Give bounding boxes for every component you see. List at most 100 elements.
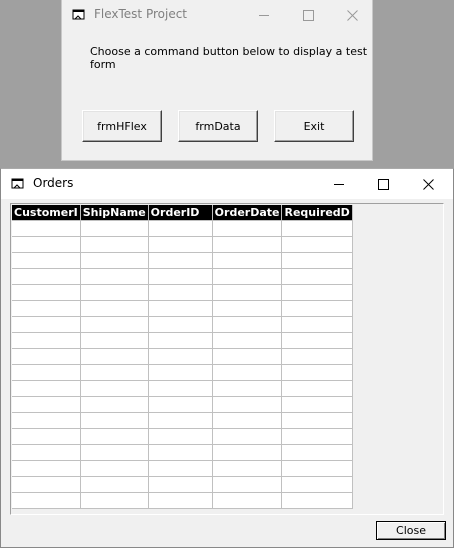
- grid-cell[interactable]: [12, 284, 81, 301]
- close-button[interactable]: Close: [376, 521, 446, 540]
- grid-cell[interactable]: [281, 460, 353, 477]
- grid-cell[interactable]: [281, 268, 353, 285]
- grid-cell[interactable]: [281, 380, 353, 397]
- grid-cell[interactable]: [12, 412, 81, 429]
- grid-cell[interactable]: [148, 476, 213, 493]
- grid-cell[interactable]: [281, 476, 353, 493]
- table-row[interactable]: [12, 348, 353, 365]
- grid-cell[interactable]: [148, 364, 213, 381]
- grid-cell[interactable]: [148, 332, 213, 349]
- table-row[interactable]: [12, 444, 353, 461]
- grid-cell[interactable]: [80, 476, 149, 493]
- grid-cell[interactable]: [12, 300, 81, 317]
- grid-cell[interactable]: [281, 412, 353, 429]
- grid-cell[interactable]: [12, 332, 81, 349]
- grid-cell[interactable]: [148, 316, 213, 333]
- grid-cell[interactable]: [148, 460, 213, 477]
- grid-cell[interactable]: [281, 316, 353, 333]
- grid-cell[interactable]: [212, 348, 283, 365]
- grid-cell[interactable]: [148, 220, 213, 237]
- grid-cell[interactable]: [148, 492, 213, 509]
- grid-cell[interactable]: [12, 460, 81, 477]
- table-row[interactable]: [12, 492, 353, 509]
- grid-cell[interactable]: [148, 380, 213, 397]
- frmdata-button[interactable]: frmData: [178, 110, 258, 142]
- grid-cell[interactable]: [281, 444, 353, 461]
- table-row[interactable]: [12, 332, 353, 349]
- grid-cell[interactable]: [80, 348, 149, 365]
- maximize-button[interactable]: [286, 0, 330, 30]
- grid-cell[interactable]: [12, 316, 81, 333]
- table-row[interactable]: [12, 316, 353, 333]
- grid-cell[interactable]: [12, 428, 81, 445]
- grid-cell[interactable]: [80, 428, 149, 445]
- grid-cell[interactable]: [212, 380, 283, 397]
- grid-cell[interactable]: [281, 220, 353, 237]
- minimize-button[interactable]: [242, 0, 286, 30]
- grid-cell[interactable]: [281, 284, 353, 301]
- grid-cell[interactable]: [281, 364, 353, 381]
- grid-cell[interactable]: [80, 332, 149, 349]
- table-row[interactable]: [12, 428, 353, 445]
- grid-cell[interactable]: [80, 380, 149, 397]
- grid-cell[interactable]: [212, 268, 283, 285]
- grid-cell[interactable]: [12, 252, 81, 269]
- grid-cell[interactable]: [148, 300, 213, 317]
- grid-cell[interactable]: [281, 492, 353, 509]
- table-row[interactable]: [12, 268, 353, 285]
- grid-cell[interactable]: [148, 284, 213, 301]
- grid-cell[interactable]: [12, 364, 81, 381]
- grid-cell[interactable]: [80, 492, 149, 509]
- grid-cell[interactable]: [80, 412, 149, 429]
- orders-titlebar[interactable]: Orders: [1, 169, 453, 199]
- frmhflex-button[interactable]: frmHFlex: [82, 110, 162, 142]
- project-titlebar[interactable]: FlexTest Project: [62, 0, 372, 30]
- table-row[interactable]: [12, 396, 353, 413]
- grid-cell[interactable]: [281, 332, 353, 349]
- table-row[interactable]: [12, 220, 353, 237]
- grid-cell[interactable]: [80, 316, 149, 333]
- grid-cell[interactable]: [212, 476, 283, 493]
- grid-cell[interactable]: [148, 268, 213, 285]
- orders-close-window-button[interactable]: [406, 169, 450, 199]
- grid-cell[interactable]: [212, 460, 283, 477]
- orders-maximize-button[interactable]: [361, 169, 405, 199]
- grid-cell[interactable]: [12, 444, 81, 461]
- grid-cell[interactable]: [80, 364, 149, 381]
- orders-minimize-button[interactable]: [317, 169, 361, 199]
- table-row[interactable]: [12, 252, 353, 269]
- table-row[interactable]: [12, 476, 353, 493]
- grid-cell[interactable]: [212, 284, 283, 301]
- grid-cell[interactable]: [281, 348, 353, 365]
- column-header-orderid[interactable]: OrderID: [148, 205, 213, 221]
- grid-cell[interactable]: [212, 412, 283, 429]
- grid-cell[interactable]: [80, 396, 149, 413]
- grid-cell[interactable]: [80, 460, 149, 477]
- column-header-orderdate[interactable]: OrderDate: [212, 205, 283, 221]
- column-header-shipname[interactable]: ShipName: [80, 205, 149, 221]
- table-row[interactable]: [12, 284, 353, 301]
- table-row[interactable]: [12, 300, 353, 317]
- table-row[interactable]: [12, 380, 353, 397]
- column-header-customerid[interactable]: CustomerI: [12, 205, 81, 221]
- grid-cell[interactable]: [12, 236, 81, 253]
- exit-button[interactable]: Exit: [274, 110, 354, 142]
- table-row[interactable]: [12, 412, 353, 429]
- grid-cell[interactable]: [148, 348, 213, 365]
- grid-cell[interactable]: [148, 428, 213, 445]
- orders-grid-table[interactable]: CustomerI ShipName OrderID OrderDate Req…: [12, 205, 353, 509]
- grid-cell[interactable]: [80, 300, 149, 317]
- grid-cell[interactable]: [12, 492, 81, 509]
- grid-cell[interactable]: [80, 268, 149, 285]
- grid-cell[interactable]: [281, 428, 353, 445]
- grid-cell[interactable]: [212, 364, 283, 381]
- grid-cell[interactable]: [212, 236, 283, 253]
- grid-cell[interactable]: [148, 396, 213, 413]
- grid-cell[interactable]: [12, 268, 81, 285]
- grid-cell[interactable]: [80, 252, 149, 269]
- grid-cell[interactable]: [148, 412, 213, 429]
- grid-cell[interactable]: [212, 220, 283, 237]
- grid-cell[interactable]: [212, 492, 283, 509]
- grid-cell[interactable]: [212, 300, 283, 317]
- close-window-button[interactable]: [330, 0, 374, 30]
